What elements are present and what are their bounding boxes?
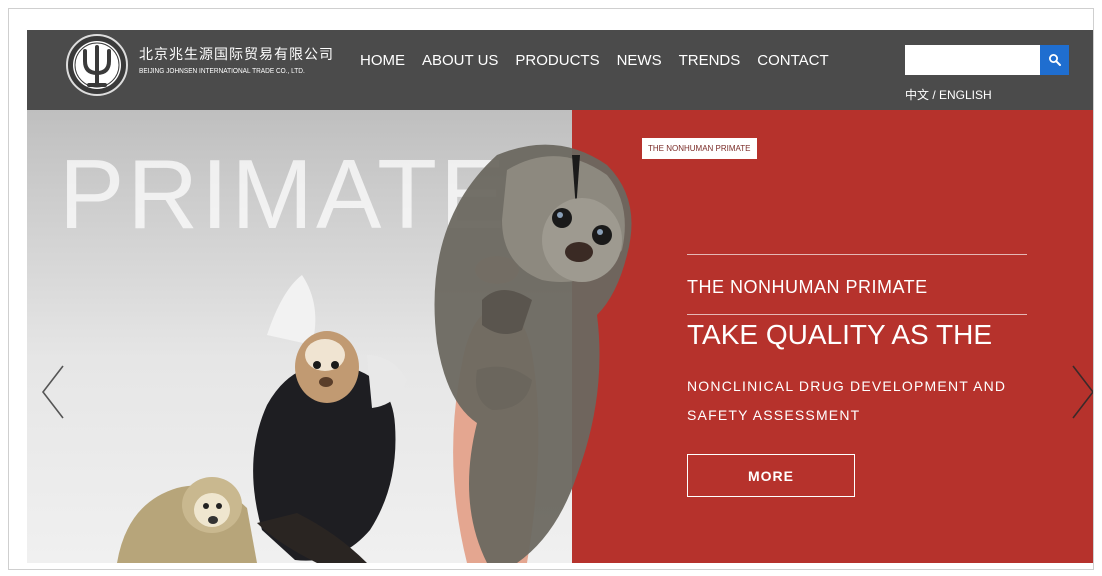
squirrel-monkey-image xyxy=(117,477,257,563)
search-icon xyxy=(1048,54,1061,66)
search-input[interactable] xyxy=(905,45,1041,75)
nav-trends[interactable]: TRENDS xyxy=(679,52,741,69)
hero-banner: PRIMATE THE NONHUMAN PRIMATE THE NONHUMA… xyxy=(27,110,1093,563)
hero-tag: THE NONHUMAN PRIMATE xyxy=(642,138,757,159)
nav-news[interactable]: NEWS xyxy=(617,52,662,69)
hero-subheading: TAKE QUALITY AS THE xyxy=(687,319,992,350)
psi-logo-icon[interactable] xyxy=(65,33,129,97)
finger-monkey-image xyxy=(434,144,632,563)
language-switch[interactable]: 中文 / ENGLISH xyxy=(905,86,992,103)
hero-rule-middle xyxy=(687,314,1027,315)
chevron-right-icon[interactable] xyxy=(1067,362,1093,422)
main-nav: HOME ABOUT US PRODUCTS NEWS TRENDS CONTA… xyxy=(360,52,846,69)
monkey-illustration xyxy=(117,144,632,563)
site-header: 北京兆生源国际贸易有限公司 BEIJING JOHNSEN INTERNATIO… xyxy=(27,30,1093,110)
hero-heading: THE NONHUMAN PRIMATE xyxy=(687,277,928,297)
nav-home[interactable]: HOME xyxy=(360,52,405,69)
nav-about-us[interactable]: ABOUT US xyxy=(422,52,498,69)
brand-name-cn: 北京兆生源国际贸易有限公司 xyxy=(139,46,334,62)
marmoset-image xyxy=(253,275,407,563)
more-button[interactable]: MORE xyxy=(687,454,855,497)
hero-description: NONCLINICAL DRUG DEVELOPMENT AND SAFETY … xyxy=(687,378,1007,423)
chevron-left-icon[interactable] xyxy=(39,362,69,422)
brand-name-en: BEIJING JOHNSEN INTERNATIONAL TRADE CO.,… xyxy=(139,68,305,75)
search-button[interactable] xyxy=(1040,45,1069,75)
nav-contact[interactable]: CONTACT xyxy=(757,52,828,69)
nav-products[interactable]: PRODUCTS xyxy=(515,52,599,69)
hero-rule-top xyxy=(687,254,1027,255)
